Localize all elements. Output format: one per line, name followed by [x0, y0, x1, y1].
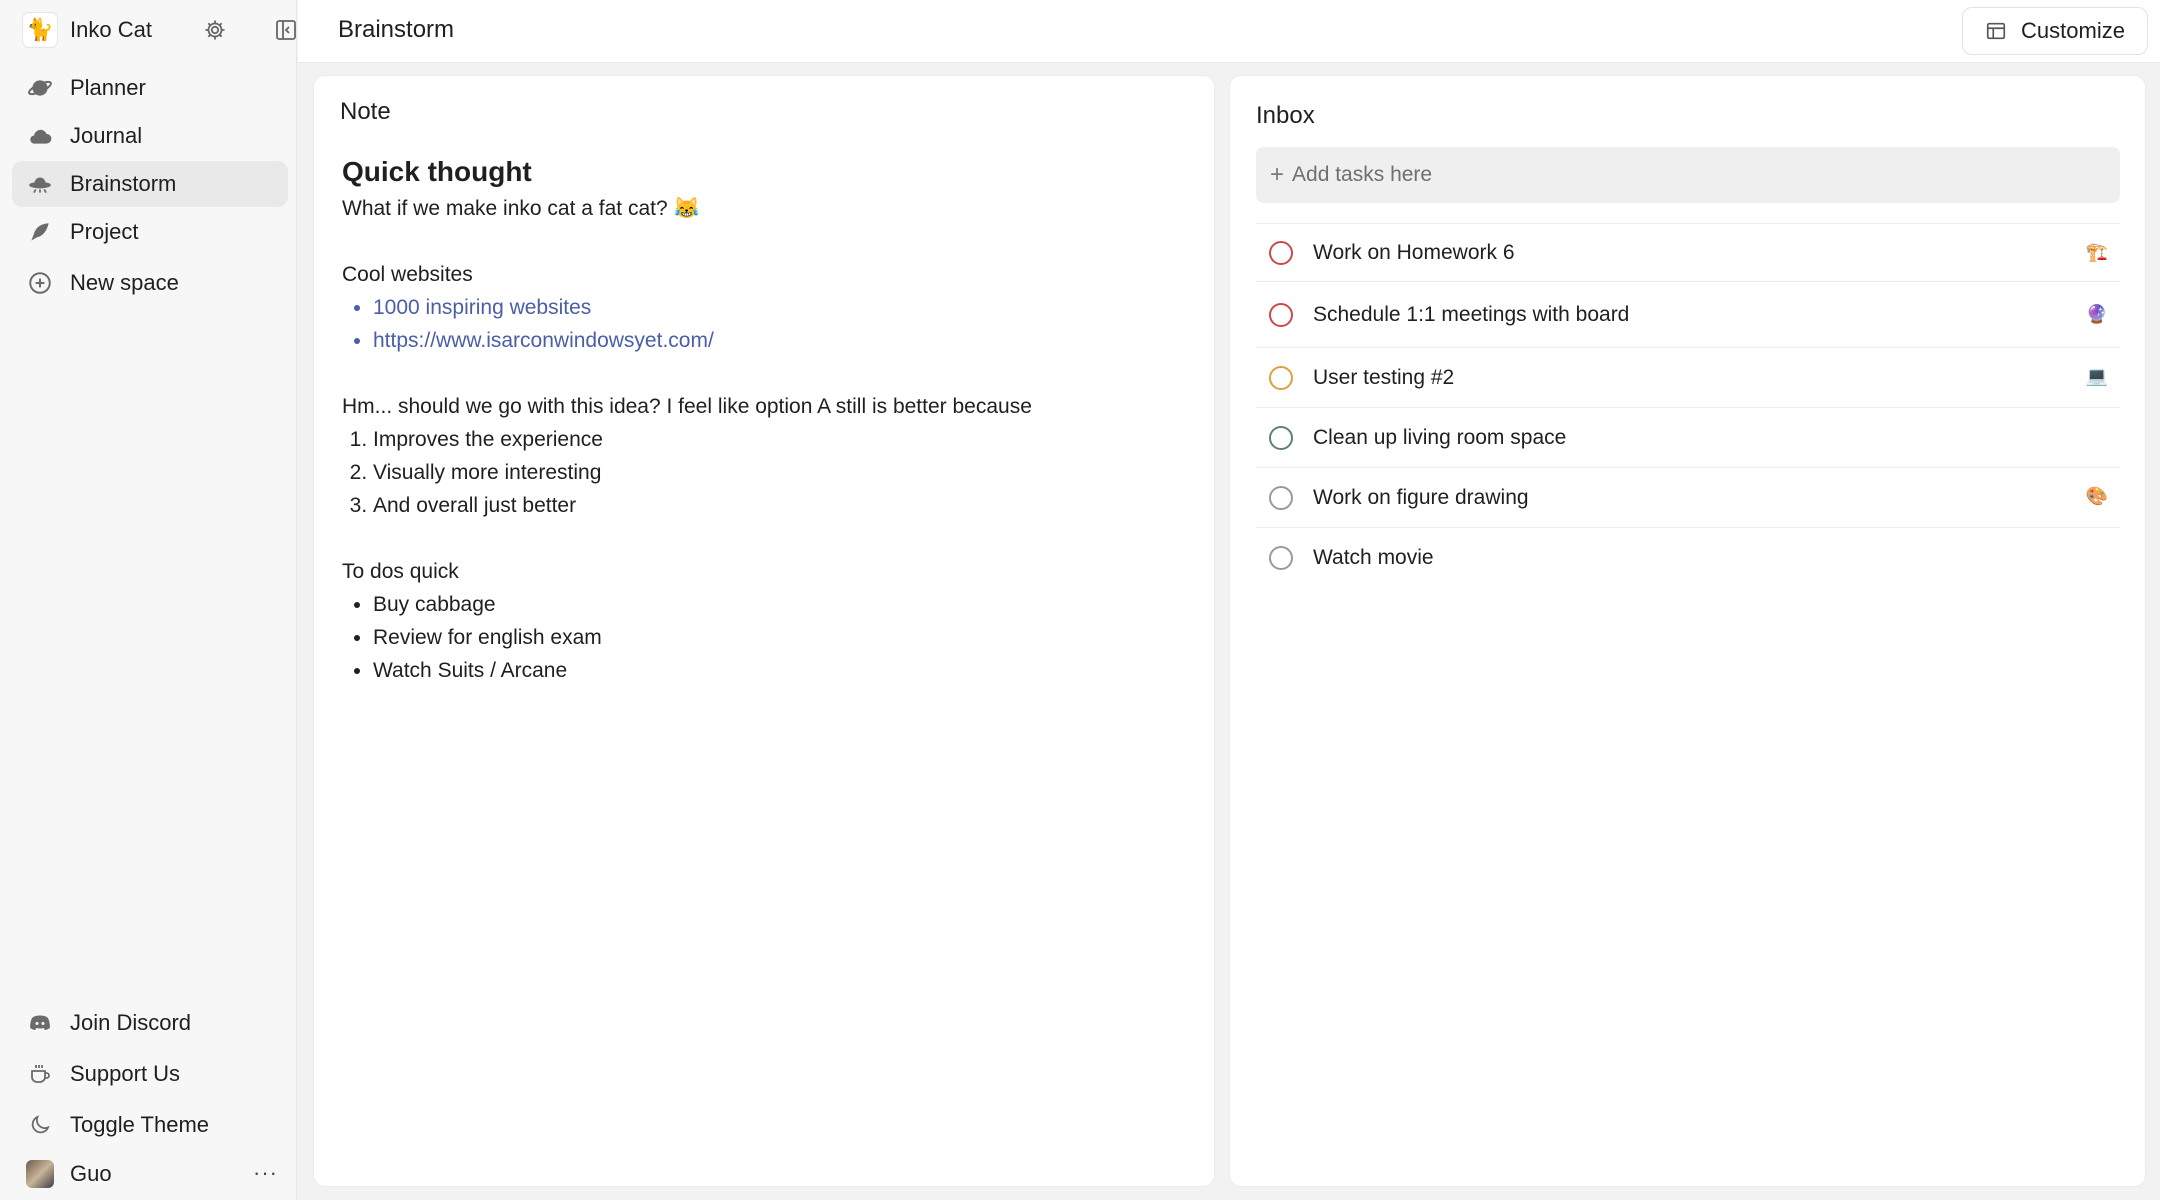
task-label: Work on figure drawing — [1313, 485, 1529, 509]
task-checkbox[interactable] — [1269, 240, 1293, 265]
moon-icon — [26, 1111, 54, 1139]
inbox-panel: Inbox + Add tasks here Work on Homework … — [1229, 75, 2146, 1187]
gear-icon[interactable] — [203, 18, 227, 42]
note-heading: Quick thought — [342, 156, 532, 187]
laptop-icon: 💻 — [2085, 366, 2108, 386]
todo-list: Buy cabbage Review for english exam Watc… — [342, 588, 1182, 687]
palette-icon: 🎨 — [2085, 486, 2108, 506]
customize-button[interactable]: Customize — [1962, 7, 2148, 55]
cloud-icon — [26, 122, 54, 150]
sidebar-item-label: Toggle Theme — [70, 1112, 210, 1137]
note-section-title: Cool websites — [342, 263, 473, 286]
construction-icon: 🏗️ — [2085, 242, 2108, 262]
coffee-icon — [26, 1060, 54, 1088]
note-panel-title: Note — [340, 98, 391, 125]
sidebar-item-brainstorm[interactable]: Brainstorm — [12, 161, 288, 207]
link-list: 1000 inspiring websites https://www.isar… — [342, 291, 1182, 357]
task-checkbox[interactable] — [1269, 425, 1293, 450]
note-paragraph: Hm... should we go with this idea? I fee… — [342, 395, 1032, 418]
task-checkbox[interactable] — [1269, 365, 1293, 390]
task-row[interactable]: Schedule 1:1 meetings with board 🔮 — [1256, 281, 2120, 347]
toggle-theme-button[interactable]: Toggle Theme — [12, 1103, 288, 1147]
support-us-link[interactable]: Support Us — [12, 1052, 288, 1096]
task-checkbox[interactable] — [1269, 545, 1293, 570]
sidebar-item-planner[interactable]: Planner — [12, 65, 288, 111]
list-item: https://www.isarconwindowsyet.com/ — [373, 324, 1182, 357]
crystal-ball-icon: 🔮 — [2085, 304, 2108, 324]
discord-icon — [26, 1009, 54, 1037]
list-item: And overall just better — [373, 489, 1182, 522]
task-label: Watch movie — [1313, 545, 1434, 569]
task-row[interactable]: Watch movie — [1256, 527, 2120, 587]
task-row[interactable]: Clean up living room space — [1256, 407, 2120, 467]
reasons-list: Improves the experience Visually more in… — [342, 423, 1182, 522]
join-discord-link[interactable]: Join Discord — [12, 1001, 288, 1045]
sidebar-item-label: Support Us — [70, 1061, 181, 1086]
sidebar-item-label: Project — [70, 219, 139, 244]
user-name: Guo — [70, 1161, 112, 1186]
link-inspiring-websites[interactable]: 1000 inspiring websites — [373, 296, 591, 319]
plus-circle-icon — [26, 269, 54, 297]
task-label: Schedule 1:1 meetings with board — [1313, 302, 1630, 326]
sidebar-item-label: New space — [70, 270, 179, 295]
cat-logo-icon: 🐈 — [22, 12, 58, 48]
ufo-icon — [26, 170, 54, 198]
add-task-input[interactable]: + Add tasks here — [1256, 147, 2120, 203]
sidebar-item-journal[interactable]: Journal — [12, 113, 288, 159]
note-paragraph: What if we make inko cat a fat cat? 😹 — [342, 197, 700, 220]
note-section-title: To dos quick — [342, 560, 459, 583]
layout-icon — [1986, 22, 2006, 40]
task-label: Clean up living room space — [1313, 425, 1567, 449]
task-row[interactable]: User testing #2 💻 — [1256, 347, 2120, 407]
list-item: Visually more interesting — [373, 456, 1182, 489]
customize-label: Customize — [2021, 18, 2125, 43]
new-space-button[interactable]: New space — [12, 260, 288, 306]
plus-icon: + — [1270, 161, 1285, 188]
task-checkbox[interactable] — [1269, 302, 1293, 327]
list-item: Buy cabbage — [373, 588, 1182, 621]
task-row[interactable]: Work on figure drawing 🎨 — [1256, 467, 2120, 527]
sidebar-item-label: Journal — [70, 123, 143, 148]
sidebar-item-label: Brainstorm — [70, 171, 177, 196]
sidebar: 🐈 Inko Cat Planner Journal Brainstorm Pr… — [0, 0, 297, 1200]
list-item: Watch Suits / Arcane — [373, 654, 1182, 687]
sidebar-item-label: Join Discord — [70, 1010, 192, 1035]
top-bar: Brainstorm Customize — [298, 0, 2160, 63]
sidebar-item-project[interactable]: Project — [12, 209, 288, 255]
inbox-panel-title: Inbox — [1256, 102, 1315, 129]
link-isarconwindowsyet[interactable]: https://www.isarconwindowsyet.com/ — [373, 329, 714, 352]
add-task-placeholder: Add tasks here — [1292, 163, 1433, 186]
workspace-name: Inko Cat — [70, 17, 152, 42]
note-editor[interactable]: Quick thought What if we make inko cat a… — [342, 152, 1182, 687]
list-item: 1000 inspiring websites — [373, 291, 1182, 324]
task-row[interactable]: Work on Homework 6 🏗️ — [1256, 223, 2120, 281]
sidebar-collapse-icon[interactable] — [274, 18, 298, 42]
more-options-icon[interactable]: ··· — [253, 1160, 278, 1186]
bird-icon — [26, 218, 54, 246]
list-item: Improves the experience — [373, 423, 1182, 456]
planet-icon — [26, 74, 54, 102]
task-label: Work on Homework 6 — [1313, 240, 1515, 264]
task-list: Work on Homework 6 🏗️ Schedule 1:1 meeti… — [1256, 223, 2120, 587]
task-label: User testing #2 — [1313, 365, 1455, 389]
user-profile[interactable]: Guo ··· — [12, 1154, 288, 1194]
workspace-header[interactable]: 🐈 Inko Cat — [22, 12, 296, 48]
page-title: Brainstorm — [338, 16, 455, 43]
task-checkbox[interactable] — [1269, 485, 1293, 510]
avatar — [26, 1160, 54, 1188]
sidebar-item-label: Planner — [70, 75, 146, 100]
note-panel: Note Quick thought What if we make inko … — [313, 75, 1215, 1187]
list-item: Review for english exam — [373, 621, 1182, 654]
